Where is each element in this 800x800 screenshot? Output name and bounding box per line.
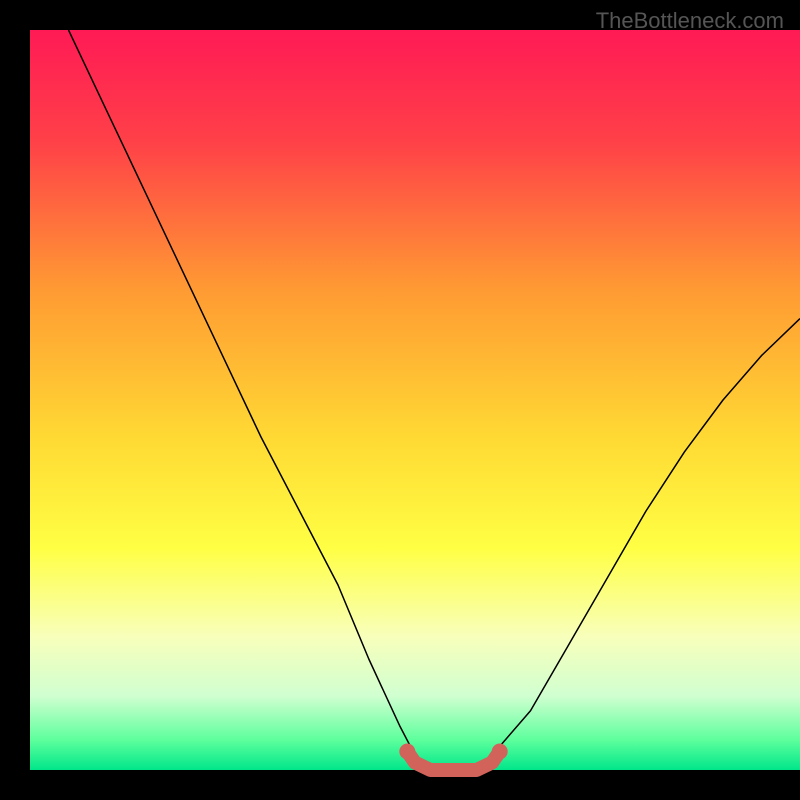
bottleneck-chart: [0, 0, 800, 800]
watermark-text: TheBottleneck.com: [596, 8, 784, 34]
chart-container: TheBottleneck.com: [0, 0, 800, 800]
